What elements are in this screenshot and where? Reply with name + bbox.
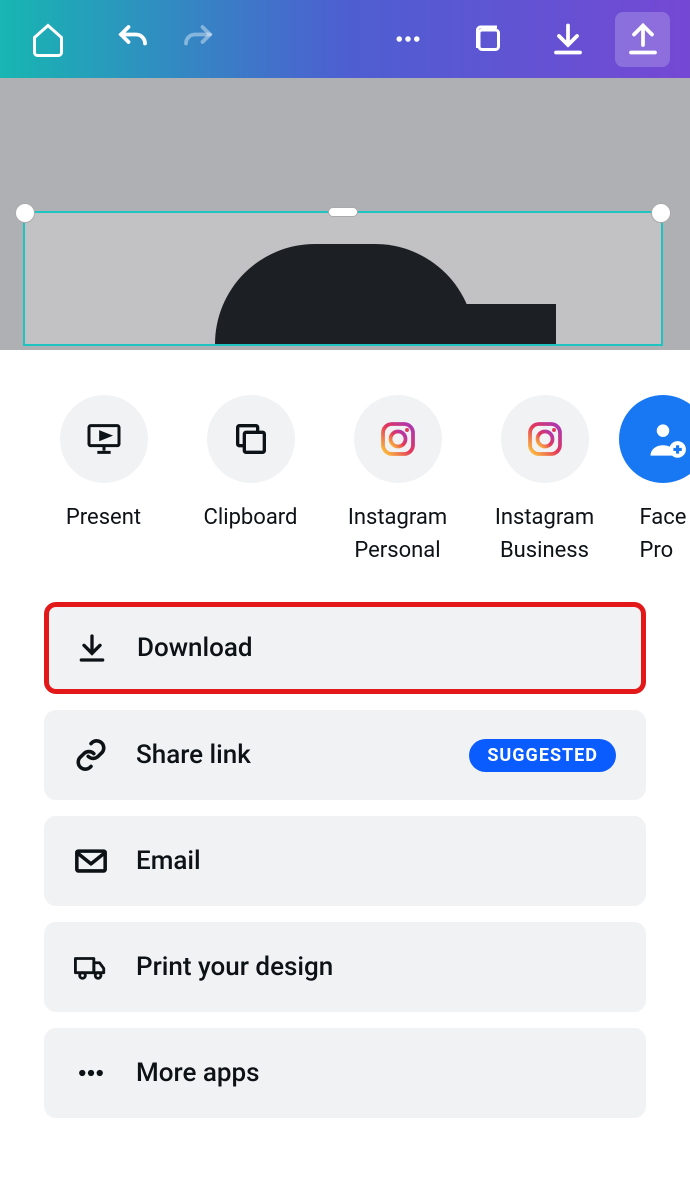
instagram-personal-label: Instagram Personal (324, 501, 471, 567)
clipboard-action[interactable]: Clipboard (177, 395, 324, 567)
truck-icon (74, 950, 108, 984)
facebook-icon (619, 395, 690, 483)
facebook-profile-label: FacePro (640, 501, 687, 567)
selection-box[interactable] (23, 211, 663, 346)
canvas-area[interactable] (0, 78, 690, 350)
redo-button[interactable] (170, 12, 225, 67)
download-icon (75, 631, 109, 665)
quick-actions-row: Present Clipboard Instagram Personal Ins… (0, 395, 690, 567)
link-icon (74, 738, 108, 772)
download-label: Download (137, 633, 615, 663)
instagram-icon (354, 395, 442, 483)
design-shape (436, 304, 556, 344)
instagram-business-action[interactable]: Instagram Business (471, 395, 618, 567)
more-options-button[interactable] (380, 12, 435, 67)
instagram-business-label: Instagram Business (471, 501, 618, 567)
action-list: Download Share link SUGGESTED Email Prin… (0, 602, 690, 1118)
email-action[interactable]: Email (44, 816, 646, 906)
email-label: Email (136, 846, 616, 876)
share-link-label: Share link (136, 740, 441, 770)
instagram-personal-action[interactable]: Instagram Personal (324, 395, 471, 567)
instagram-icon (501, 395, 589, 483)
share-link-action[interactable]: Share link SUGGESTED (44, 710, 646, 800)
facebook-profile-action[interactable]: FacePro (618, 395, 690, 567)
undo-button[interactable] (105, 12, 160, 67)
more-apps-label: More apps (136, 1058, 616, 1088)
print-label: Print your design (136, 952, 616, 982)
pages-button[interactable] (460, 12, 515, 67)
print-action[interactable]: Print your design (44, 922, 646, 1012)
present-icon (60, 395, 148, 483)
present-label: Present (66, 501, 141, 534)
home-button[interactable] (20, 12, 75, 67)
present-action[interactable]: Present (30, 395, 177, 567)
email-icon (74, 844, 108, 878)
more-icon (74, 1056, 108, 1090)
clipboard-icon (207, 395, 295, 483)
resize-handle-tr[interactable] (651, 203, 671, 223)
resize-handle-tl[interactable] (15, 203, 35, 223)
share-sheet: Present Clipboard Instagram Personal Ins… (0, 350, 690, 1189)
share-button[interactable] (615, 12, 670, 67)
clipboard-label: Clipboard (204, 501, 298, 534)
resize-handle-tm[interactable] (328, 207, 358, 217)
download-action[interactable]: Download (44, 602, 646, 694)
top-toolbar (0, 0, 690, 78)
download-toolbar-button[interactable] (540, 12, 595, 67)
suggested-badge: SUGGESTED (469, 739, 616, 772)
more-apps-action[interactable]: More apps (44, 1028, 646, 1118)
